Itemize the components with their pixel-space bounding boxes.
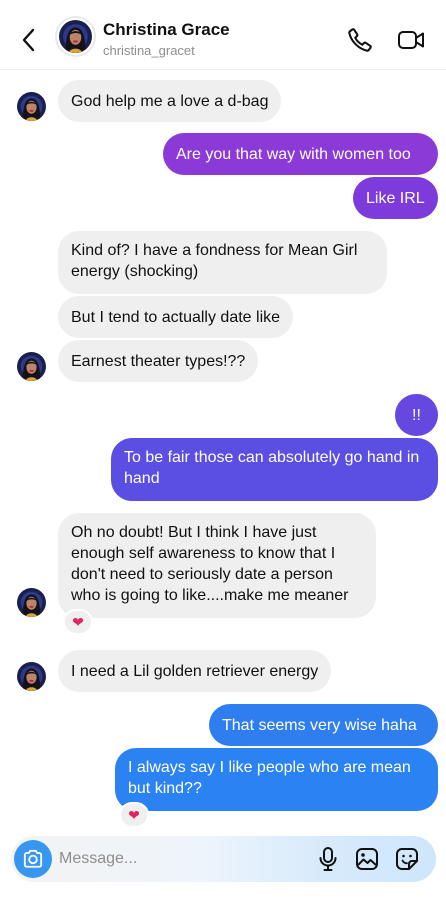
gallery-icon <box>356 848 378 870</box>
message-composer <box>11 836 436 882</box>
message-bubble-outgoing[interactable]: I always say I like people who are mean … <box>115 748 438 811</box>
heart-reaction[interactable]: ❤ <box>63 609 93 635</box>
message-input[interactable] <box>59 846 259 872</box>
sticker-button[interactable] <box>393 845 421 873</box>
back-chevron-icon <box>22 28 35 52</box>
camera-button[interactable] <box>14 840 52 878</box>
gallery-button[interactable] <box>353 845 381 873</box>
header-avatar[interactable] <box>55 16 96 57</box>
message-bubble-outgoing[interactable]: !! <box>395 394 438 436</box>
message-bubble-incoming[interactable]: But I tend to actually date like <box>58 296 294 338</box>
chat-header: Christina Grace christina_gracet <box>0 0 446 70</box>
back-button[interactable] <box>14 24 44 56</box>
sender-avatar[interactable] <box>17 92 46 121</box>
message-bubble-incoming[interactable]: Kind of? I have a fondness for Mean Girl… <box>58 231 387 294</box>
sticker-icon <box>396 848 418 870</box>
message-bubble-outgoing[interactable]: To be fair those can absolutely go hand … <box>111 438 438 501</box>
contact-handle: christina_gracet <box>103 43 195 58</box>
message-bubble-incoming[interactable]: Earnest theater types!?? <box>58 340 259 382</box>
microphone-icon <box>319 847 337 871</box>
heart-reaction[interactable]: ❤ <box>119 802 149 828</box>
contact-name[interactable]: Christina Grace <box>103 20 230 40</box>
camera-icon <box>23 849 43 868</box>
message-bubble-outgoing[interactable]: Like IRL <box>353 177 438 219</box>
sender-avatar[interactable] <box>17 662 46 691</box>
message-bubble-outgoing[interactable]: Are you that way with women too <box>163 133 438 175</box>
video-camera-icon <box>398 31 424 49</box>
message-bubble-incoming[interactable]: Oh no doubt! But I think I have just eno… <box>58 513 376 618</box>
sender-avatar[interactable] <box>17 588 46 617</box>
message-bubble-outgoing[interactable]: That seems very wise haha <box>209 704 438 746</box>
sender-avatar[interactable] <box>17 352 46 381</box>
phone-icon <box>348 28 372 52</box>
voice-message-button[interactable] <box>314 845 342 873</box>
video-call-button[interactable] <box>396 26 426 54</box>
message-bubble-incoming[interactable]: I need a Lil golden retriever energy <box>58 650 332 692</box>
message-bubble-incoming[interactable]: God help me a love a d-bag <box>58 80 282 122</box>
voice-call-button[interactable] <box>345 26 375 54</box>
